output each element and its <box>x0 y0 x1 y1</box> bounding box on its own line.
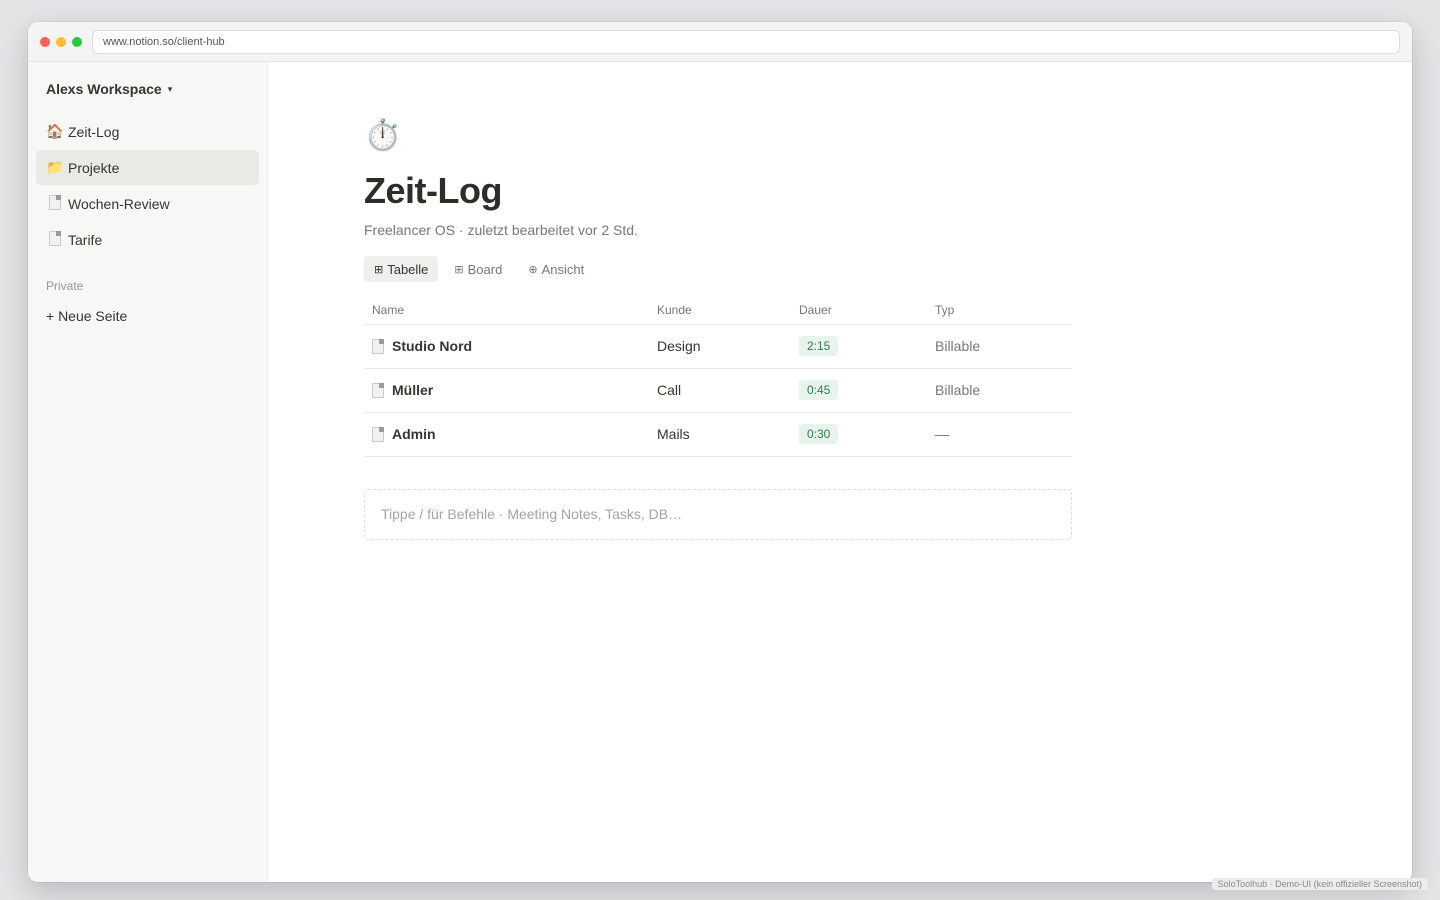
tab-label: Board <box>467 261 503 277</box>
cell-kunde[interactable]: Call <box>649 368 791 413</box>
cell-dauer[interactable]: 2:15 <box>791 324 927 369</box>
table-header-row: Name Kunde Dauer Typ <box>364 296 1072 325</box>
column-header-dauer[interactable]: Dauer <box>791 296 927 325</box>
table-row[interactable]: Admin Mails 0:30 — <box>364 412 1072 457</box>
section-label-private: Private <box>46 279 84 293</box>
sidebar-item-projekte[interactable]: 📁 Projekte <box>36 150 259 185</box>
column-header-name[interactable]: Name <box>364 296 649 325</box>
demo-footnote: SoloToolhub · Demo-UI (kein offizieller … <box>1211 878 1428 890</box>
column-header-typ[interactable]: Typ <box>927 296 1072 325</box>
sidebar-item-label: Wochen-Review <box>68 195 170 212</box>
table-row[interactable]: Müller Call 0:45 Billable <box>364 368 1072 413</box>
plus-circle-icon: ⊕ <box>528 263 538 276</box>
board-icon: ⊞ <box>454 263 464 276</box>
cell-dauer[interactable]: 0:45 <box>791 368 927 413</box>
database-table: Name Kunde Dauer Typ Studio Nord Design … <box>364 296 1072 457</box>
row-title: Studio Nord <box>392 338 473 354</box>
page-icon <box>372 338 384 354</box>
page-subtitle: Freelancer OS · zuletzt bearbeitet vor 2… <box>364 222 638 238</box>
stopwatch-icon[interactable]: ⏱️ <box>364 118 1412 154</box>
tab-tabelle[interactable]: ⊞ Tabelle <box>364 256 439 282</box>
workspace-name: Alexs Workspace <box>46 81 162 97</box>
duration-badge: 0:30 <box>799 424 839 444</box>
window-controls <box>40 36 82 47</box>
cell-name[interactable]: Müller <box>364 368 649 413</box>
row-title: Müller <box>392 382 434 398</box>
cell-kunde[interactable]: Mails <box>649 412 791 457</box>
browser-window: www.notion.so/client-hub Alexs Workspace… <box>28 22 1412 882</box>
page-icon <box>46 230 64 249</box>
minimize-window-button[interactable] <box>56 36 66 47</box>
maximize-window-button[interactable] <box>72 36 82 47</box>
duration-badge: 0:45 <box>799 380 839 400</box>
row-title: Admin <box>392 426 436 442</box>
view-tabs: ⊞ Tabelle ⊞ Board ⊕ Ansicht <box>364 256 1412 282</box>
sidebar: Alexs Workspace ▾ 🏠 Zeit-Log 📁 Projekte … <box>28 62 268 882</box>
tab-board[interactable]: ⊞ Board <box>444 256 512 282</box>
duration-badge: 2:15 <box>799 336 839 356</box>
tab-label: Tabelle <box>387 261 429 277</box>
browser-titlebar: www.notion.so/client-hub <box>28 22 1412 62</box>
app-layout: Alexs Workspace ▾ 🏠 Zeit-Log 📁 Projekte … <box>28 62 1412 882</box>
tab-label: Ansicht <box>541 261 585 277</box>
cell-name[interactable]: Admin <box>364 412 649 457</box>
page-content: ⏱️ Zeit-Log Freelancer OS · zuletzt bear… <box>268 62 1412 882</box>
sidebar-item-label: Tarife <box>68 231 103 248</box>
address-bar[interactable]: www.notion.so/client-hub <box>92 29 1400 54</box>
folder-icon: 📁 <box>46 159 64 175</box>
cell-dauer[interactable]: 0:30 <box>791 412 927 457</box>
workspace-switcher[interactable]: Alexs Workspace ▾ <box>36 80 259 98</box>
sidebar-item-zeit-log[interactable]: 🏠 Zeit-Log <box>36 114 259 149</box>
table-row[interactable]: Studio Nord Design 2:15 Billable <box>364 324 1072 369</box>
sidebar-item-wochen-review[interactable]: Wochen-Review <box>36 186 259 221</box>
add-view-button[interactable]: ⊕ Ansicht <box>518 256 594 282</box>
cell-typ[interactable]: Billable <box>927 368 1072 413</box>
cell-typ[interactable]: Billable <box>927 324 1072 369</box>
cell-kunde[interactable]: Design <box>649 324 791 369</box>
cell-typ[interactable]: — <box>927 412 1072 457</box>
close-window-button[interactable] <box>40 36 50 47</box>
column-header-kunde[interactable]: Kunde <box>649 296 791 325</box>
table-icon: ⊞ <box>374 263 384 276</box>
sidebar-item-tarife[interactable]: Tarife <box>36 222 259 257</box>
sidebar-item-label: Zeit-Log <box>68 123 120 140</box>
page-icon <box>46 194 64 213</box>
block-input[interactable]: Tippe / für Befehle · Meeting Notes, Tas… <box>364 488 1072 540</box>
cell-name[interactable]: Studio Nord <box>364 324 649 369</box>
page-icon <box>372 426 384 442</box>
chevron-down-icon: ▾ <box>167 83 173 94</box>
house-icon: 🏠 <box>46 123 64 139</box>
new-page-button[interactable]: + Neue Seite <box>36 303 259 329</box>
page-title[interactable]: Zeit-Log <box>364 170 1412 212</box>
page-icon <box>372 382 384 398</box>
sidebar-item-label: Projekte <box>68 159 120 176</box>
